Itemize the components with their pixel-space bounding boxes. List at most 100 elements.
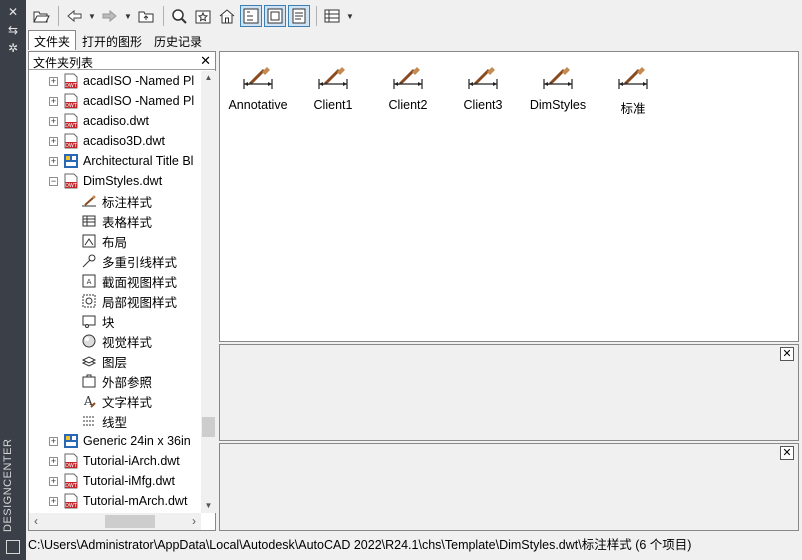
tree-file-item[interactable]: + DWT acadISO -Named Pl <box>49 91 194 111</box>
layout-icon <box>81 233 102 249</box>
close-icon[interactable]: ✕ <box>200 53 211 69</box>
palette-menu-icon[interactable] <box>6 540 20 554</box>
item-label: Client3 <box>463 98 503 112</box>
tree-file-item[interactable]: + DWT acadiso3D.dwt <box>49 131 165 151</box>
tree-child-item[interactable]: A 文字样式 <box>81 391 152 411</box>
expand-icon[interactable]: + <box>49 436 58 446</box>
tree-file-item[interactable]: + Architectural Title Bl <box>49 151 193 171</box>
layer-icon <box>81 353 102 369</box>
tree-item-label: 局部视图样式 <box>102 295 178 310</box>
dimstyle-icon <box>520 62 596 92</box>
scroll-left-icon[interactable]: ‹ <box>29 513 43 530</box>
dimstyle-item[interactable]: Client3 <box>445 62 521 112</box>
search-icon[interactable] <box>168 5 190 27</box>
close-icon[interactable]: ✕ <box>780 446 794 460</box>
svg-text:DWT: DWT <box>65 183 78 189</box>
description-icon[interactable] <box>288 5 310 27</box>
tree-file-item[interactable]: + DWT acadISO -Named Pl <box>49 71 194 91</box>
tree-toggle-icon[interactable] <box>240 5 262 27</box>
vertical-scrollbar[interactable]: ▲ ▼ <box>201 71 216 513</box>
tree-file-item[interactable]: + DWT Tutorial-iMfg.dwt <box>49 471 175 491</box>
tree-item-label: acadiso3D.dwt <box>83 134 165 148</box>
tree-child-item[interactable]: 视觉样式 <box>81 331 152 351</box>
toolbar-separator <box>58 6 59 26</box>
dimstyle-item[interactable]: Client2 <box>370 62 446 112</box>
dwt-file-icon: DWT <box>63 173 83 189</box>
svg-text:DWT: DWT <box>65 83 78 89</box>
tree-file-item[interactable]: + DWT Tutorial-iArch.dwt <box>49 451 180 471</box>
expand-icon[interactable]: + <box>49 76 58 86</box>
forward-dropdown-icon[interactable]: ▼ <box>123 12 133 21</box>
linetype-icon <box>81 413 102 429</box>
dwt-file-icon: DWT <box>63 93 83 109</box>
horizontal-scrollbar[interactable]: ‹ › <box>29 513 201 530</box>
dimstyle-item[interactable]: Client1 <box>295 62 371 112</box>
palette-title: DESIGNCENTER <box>2 438 14 532</box>
back-icon[interactable] <box>63 5 85 27</box>
svg-text:A: A <box>87 278 92 286</box>
tree-file-item[interactable]: − DWT DimStyles.dwt <box>49 171 162 191</box>
views-icon[interactable] <box>321 5 343 27</box>
dimstyle-icon <box>595 62 671 92</box>
template-icon <box>63 153 83 169</box>
expand-icon[interactable]: + <box>49 96 58 106</box>
expand-icon[interactable]: + <box>49 456 58 466</box>
expand-icon[interactable]: + <box>49 476 58 486</box>
forward-icon[interactable] <box>99 5 121 27</box>
expand-icon[interactable]: + <box>49 156 58 166</box>
tree-child-item[interactable]: 局部视图样式 <box>81 291 177 311</box>
svg-text:DWT: DWT <box>65 483 78 489</box>
load-icon[interactable] <box>30 5 52 27</box>
tree-file-item[interactable]: + Generic 24in x 36in <box>49 431 191 451</box>
favorites-icon[interactable] <box>192 5 214 27</box>
folder-tree-panel: 文件夹列表 ✕ + DWT acadISO -Named Pl + DWT acadISO… <box>28 51 216 531</box>
tree-file-item[interactable]: + DWT acadiso.dwt <box>49 111 149 131</box>
svg-text:DWT: DWT <box>65 123 78 129</box>
tree-child-item[interactable]: 表格样式 <box>81 211 152 231</box>
scroll-down-icon[interactable]: ▼ <box>201 499 216 513</box>
dimstyle-item[interactable]: DimStyles <box>520 62 596 112</box>
tree-child-item[interactable]: 线型 <box>81 411 127 431</box>
tree-file-item[interactable]: + DWT Tutorial-mArch.dwt <box>49 491 187 511</box>
tree-child-item[interactable]: 布局 <box>81 231 127 251</box>
dimstyle-icon <box>445 62 521 92</box>
expand-icon[interactable]: + <box>49 116 58 126</box>
expand-icon[interactable]: + <box>49 496 58 506</box>
dimstyle-item[interactable]: 标准 <box>595 62 671 117</box>
folder-list-header: 文件夹列表 ✕ <box>29 52 215 70</box>
home-icon[interactable] <box>216 5 238 27</box>
tree-item-label: 截面视图样式 <box>102 275 178 290</box>
scroll-up-icon[interactable]: ▲ <box>201 71 216 85</box>
mleader-icon <box>81 253 102 269</box>
tab-history[interactable]: 历史记录 <box>148 30 208 50</box>
tree-child-item[interactable]: 标注样式 <box>81 191 152 211</box>
expand-icon[interactable]: − <box>49 176 58 186</box>
tree-item-label: 表格样式 <box>102 215 153 230</box>
expand-icon[interactable]: + <box>49 136 58 146</box>
tree-child-item[interactable]: 块 <box>81 311 115 331</box>
back-dropdown-icon[interactable]: ▼ <box>87 12 97 21</box>
item-label: Client1 <box>313 98 353 112</box>
preview-icon[interactable] <box>264 5 286 27</box>
scroll-thumb[interactable] <box>202 417 215 437</box>
tree-child-item[interactable]: 多重引线样式 <box>81 251 177 271</box>
tree-child-item[interactable]: 图层 <box>81 351 127 371</box>
close-icon[interactable]: ✕ <box>780 347 794 361</box>
tree-item-label: 多重引线样式 <box>102 255 178 270</box>
tab-open-drawings[interactable]: 打开的图形 <box>76 30 148 50</box>
tree-child-item[interactable]: A 截面视图样式 <box>81 271 177 291</box>
tree-child-item[interactable]: 外部参照 <box>81 371 152 391</box>
views-dropdown-icon[interactable]: ▼ <box>345 12 355 21</box>
block-icon <box>81 313 102 329</box>
tab-folders[interactable]: 文件夹 <box>28 30 77 50</box>
section-view-icon: A <box>81 273 102 289</box>
properties-icon[interactable]: ✲ <box>6 42 20 54</box>
scroll-right-icon[interactable]: › <box>187 513 201 530</box>
dimstyle-item[interactable]: Annotative <box>220 62 296 112</box>
up-icon[interactable] <box>135 5 157 27</box>
scroll-thumb[interactable] <box>105 515 155 528</box>
xref-icon <box>81 373 102 389</box>
close-palette-icon[interactable]: ✕ <box>6 6 20 18</box>
autohide-icon[interactable]: ⇆ <box>6 24 20 36</box>
toolbar: ▼ ▼ ▼ <box>26 3 802 29</box>
